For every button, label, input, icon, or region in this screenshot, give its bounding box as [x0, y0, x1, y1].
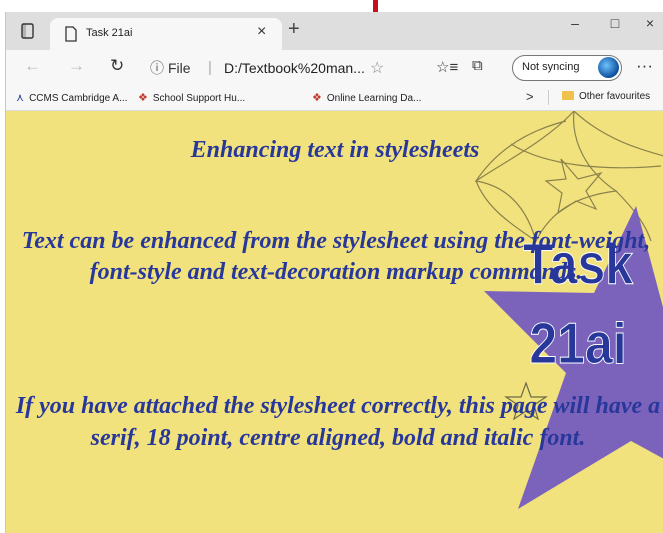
more-menu-icon[interactable]: ···: [636, 56, 653, 76]
favorites-bar: ⋏ CCMS Cambridge A... ❖ School Support Hu.…: [6, 86, 663, 111]
site-info-icon[interactable]: ⓘ: [150, 58, 164, 78]
url-separator: |: [208, 59, 212, 76]
school-crest-icon: ❖: [312, 92, 322, 104]
url-scheme: File: [168, 60, 191, 76]
profile-sync-button[interactable]: Not syncing: [512, 55, 622, 81]
task-logo: Task 21ai: [474, 111, 663, 509]
tab-task-21ai[interactable]: Task 21ai ×: [50, 18, 282, 50]
browser-window: Task 21ai × + – □ × ← → ↻ ⓘ File | D:/Te…: [5, 12, 663, 533]
logo-line-2: 21ai: [529, 312, 626, 376]
avatar: [598, 57, 619, 78]
minimize-button[interactable]: –: [560, 15, 590, 31]
favorites-divider: [548, 90, 549, 105]
back-icon[interactable]: ←: [24, 56, 41, 76]
paragraph-stylesheet: If you have attached the stylesheet corr…: [15, 393, 661, 451]
tab-actions-icon[interactable]: [20, 23, 36, 39]
school-crest-icon: ❖: [138, 92, 148, 104]
favorites-overflow-icon[interactable]: >: [526, 89, 534, 104]
page-icon: [65, 26, 77, 42]
favorite-label: CCMS Cambridge A...: [29, 93, 128, 104]
navigation-bar: ← → ↻ ⓘ File | D:/Textbook%20man... ☆ ☆≡…: [6, 50, 663, 86]
tab-title: Task 21ai: [86, 27, 133, 39]
ccms-logo-icon: ⋏: [16, 92, 25, 104]
favorite-label: School Support Hu...: [152, 93, 246, 104]
tab-strip: Task 21ai × + – □ ×: [6, 12, 663, 50]
close-window-button[interactable]: ×: [635, 15, 663, 31]
other-favourites-label: Other favourites: [579, 91, 651, 102]
add-favorite-icon[interactable]: ☆: [370, 58, 384, 78]
page-content: Task 21ai Enhancing text in stylesheets …: [6, 111, 663, 533]
sync-label: Not syncing: [522, 61, 580, 73]
other-favourites-folder[interactable]: Other favourites: [562, 91, 650, 102]
tab-close-icon[interactable]: ×: [257, 23, 266, 41]
favorites-list-icon[interactable]: ☆≡: [436, 58, 458, 76]
new-tab-button[interactable]: +: [288, 18, 300, 41]
collections-icon[interactable]: ⧉: [472, 57, 483, 74]
favorite-label: Online Learning Da...: [326, 93, 422, 104]
favorite-item-online-learning[interactable]: ❖ Online Learning Da...: [312, 91, 421, 104]
url-text[interactable]: D:/Textbook%20man...: [224, 60, 365, 76]
paragraph-enhance: Text can be enhanced from the stylesheet…: [21, 228, 651, 285]
address-bar[interactable]: ⓘ File | D:/Textbook%20man... ☆: [146, 56, 444, 80]
favorite-item-ccms[interactable]: ⋏ CCMS Cambridge A...: [16, 91, 127, 104]
forward-icon[interactable]: →: [68, 56, 85, 76]
maximize-button[interactable]: □: [600, 15, 630, 31]
refresh-icon[interactable]: ↻: [110, 56, 124, 76]
folder-icon: [562, 91, 574, 100]
favorite-item-school-support[interactable]: ❖ School Support Hu...: [138, 91, 245, 104]
page-heading: Enhancing text in stylesheets: [190, 137, 480, 163]
